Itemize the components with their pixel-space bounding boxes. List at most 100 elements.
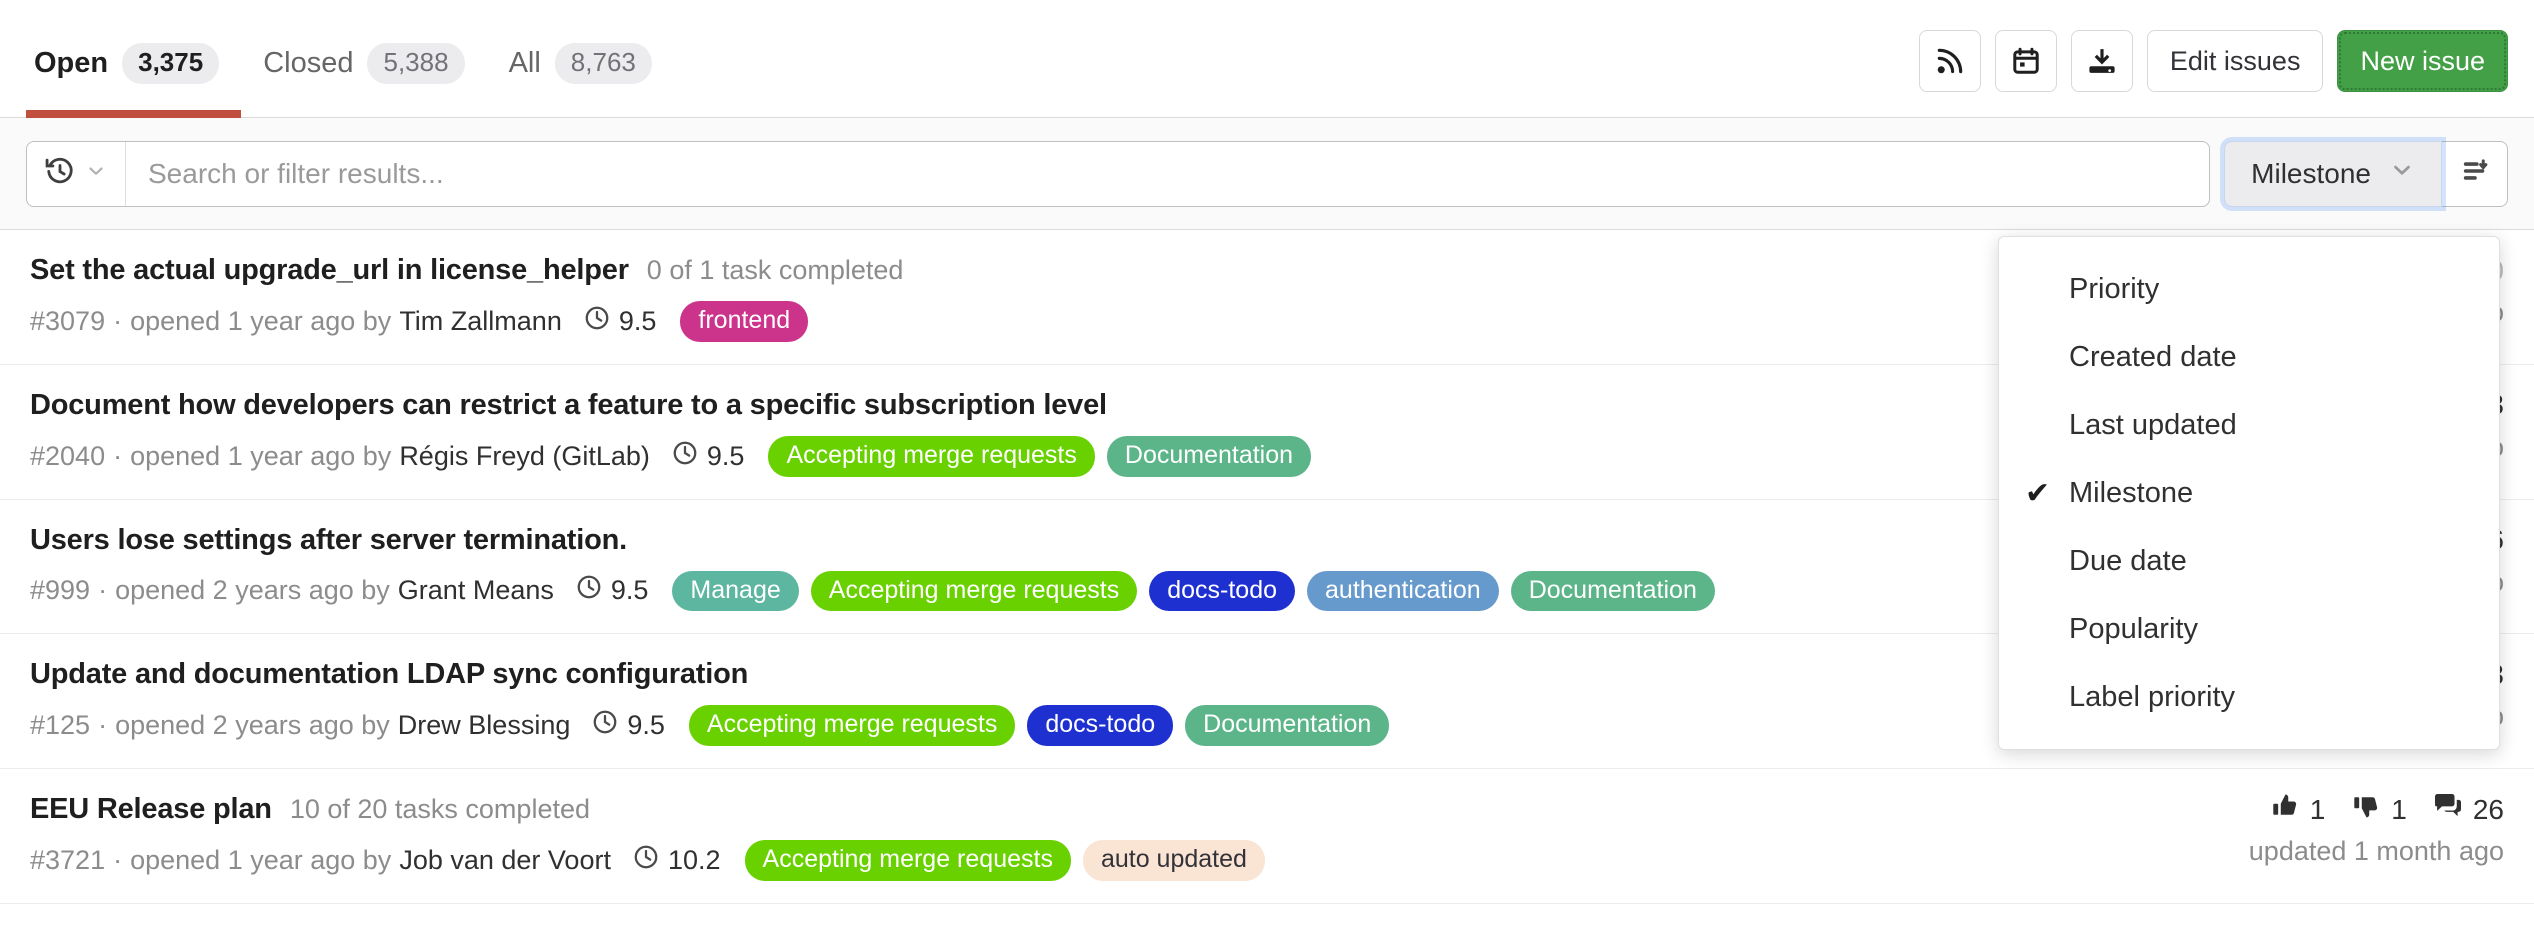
issue-milestone[interactable]: 9.5 [584, 305, 657, 338]
sort-option-last-updated[interactable]: Last updated [1999, 391, 2499, 459]
export-issues-button[interactable] [2071, 30, 2133, 92]
task-completion-status: 0 of 1 task completed [647, 255, 904, 286]
issue-title-link[interactable]: Update and documentation LDAP sync confi… [30, 658, 748, 691]
issue-milestone[interactable]: 9.5 [576, 574, 649, 607]
issue-opened-text: opened 2 years ago by [115, 575, 390, 606]
sort-controls: Milestone [2224, 141, 2508, 207]
issue-labels: Accepting merge requests Documentation [768, 436, 1311, 477]
issue-reference[interactable]: #3079 [30, 306, 105, 337]
issue-label[interactable]: Documentation [1511, 571, 1715, 612]
edit-issues-button[interactable]: Edit issues [2147, 30, 2324, 92]
sort-option-due-date[interactable]: Due date [1999, 527, 2499, 595]
header-actions: Edit issues New issue [1919, 0, 2508, 92]
issue-title-row: Users lose settings after server termina… [30, 524, 1715, 557]
milestone-label: 9.5 [627, 710, 665, 741]
issue-author[interactable]: Tim Zallmann [399, 306, 562, 337]
issue-reference[interactable]: #999 [30, 575, 90, 606]
issue-title-row: EEU Release plan 10 of 20 tasks completed [30, 793, 1265, 826]
sort-option-priority[interactable]: Priority [1999, 255, 2499, 323]
sort-option-label: Created date [2069, 341, 2237, 374]
issue-title-link[interactable]: Users lose settings after server termina… [30, 524, 627, 557]
issue-label[interactable]: Accepting merge requests [811, 571, 1137, 612]
issue-label[interactable]: authentication [1307, 571, 1499, 612]
issue-main: Update and documentation LDAP sync confi… [30, 658, 1389, 746]
issue-row[interactable]: EEU Release plan 10 of 20 tasks completed… [0, 769, 2534, 904]
issue-stats: 1 1 26 [2270, 793, 2504, 826]
issue-updated-time: updated 1 month ago [2249, 836, 2504, 867]
comment-count[interactable]: 26 [2433, 793, 2504, 826]
issue-opened-text: opened 1 year ago by [130, 306, 391, 337]
calendar-subscribe-button[interactable] [1995, 30, 2057, 92]
tab-all[interactable]: All8,763 [487, 8, 674, 118]
sort-option-popularity[interactable]: Popularity [1999, 595, 2499, 663]
issue-label[interactable]: docs-todo [1149, 571, 1295, 612]
issue-author[interactable]: Grant Means [398, 575, 554, 606]
issue-main: Users lose settings after server termina… [30, 524, 1715, 612]
issue-milestone[interactable]: 10.2 [633, 844, 721, 877]
recent-searches-button[interactable] [27, 142, 126, 206]
new-issue-button[interactable]: New issue [2337, 30, 2508, 92]
tab-label: Closed [263, 47, 353, 80]
sort-option-created-date[interactable]: Created date [1999, 323, 2499, 391]
meta-separator: · [98, 710, 107, 741]
issue-author[interactable]: Drew Blessing [398, 710, 571, 741]
issue-label[interactable]: Accepting merge requests [689, 705, 1015, 746]
upvote-value: 1 [2310, 794, 2326, 826]
sort-option-label: Due date [2069, 545, 2187, 578]
comment-value: 26 [2473, 794, 2504, 826]
issue-label[interactable]: docs-todo [1027, 705, 1173, 746]
edit-issues-label: Edit issues [2170, 46, 2301, 77]
issue-reference[interactable]: #2040 [30, 441, 105, 472]
issue-label[interactable]: frontend [680, 301, 808, 342]
tab-closed[interactable]: Closed5,388 [241, 8, 486, 118]
meta-separator: · [113, 845, 122, 876]
issue-reference[interactable]: #125 [30, 710, 90, 741]
issue-opened-text: opened 2 years ago by [115, 710, 390, 741]
downvote-count: 1 [2351, 793, 2407, 826]
issue-opened-text: opened 1 year ago by [130, 845, 391, 876]
issue-labels: Manage Accepting merge requests docs-todo a… [672, 571, 1714, 612]
meta-separator: · [98, 575, 107, 606]
issue-title-link[interactable]: Document how developers can restrict a f… [30, 389, 1107, 422]
sort-dropdown-menu: Priority Created date Last updated ✔Milesto… [1998, 236, 2500, 750]
issue-labels: Accepting merge requests docs-todo Documen… [689, 705, 1389, 746]
issue-main: EEU Release plan 10 of 20 tasks completed… [30, 793, 1265, 881]
issue-reference[interactable]: #3721 [30, 845, 105, 876]
issue-label[interactable]: Accepting merge requests [768, 436, 1094, 477]
issue-milestone[interactable]: 9.5 [592, 709, 665, 742]
tab-label: All [509, 47, 541, 80]
issue-title-row: Update and documentation LDAP sync confi… [30, 658, 1389, 691]
issue-milestone[interactable]: 9.5 [672, 440, 745, 473]
downvote-value: 1 [2391, 794, 2407, 826]
issue-label[interactable]: Documentation [1107, 436, 1311, 477]
issue-title-link[interactable]: Set the actual upgrade_url in license_he… [30, 254, 629, 287]
check-icon: ✔ [2025, 476, 2069, 511]
sort-direction-button[interactable] [2442, 141, 2508, 207]
issue-author[interactable]: Régis Freyd (GitLab) [399, 441, 650, 472]
sort-option-label: Popularity [2069, 613, 2198, 646]
rss-feed-button[interactable] [1919, 30, 1981, 92]
issue-label[interactable]: Accepting merge requests [745, 840, 1071, 881]
milestone-label: 9.5 [619, 306, 657, 337]
tab-open[interactable]: Open3,375 [26, 8, 241, 118]
issue-label[interactable]: Documentation [1185, 705, 1389, 746]
thumbs-up-icon [2270, 793, 2300, 826]
chevron-down-icon [85, 160, 107, 187]
sort-option-label: Last updated [2069, 409, 2237, 442]
issue-title-link[interactable]: EEU Release plan [30, 793, 272, 826]
issue-author[interactable]: Job van der Voort [399, 845, 611, 876]
task-completion-status: 10 of 20 tasks completed [290, 794, 590, 825]
issue-labels: Accepting merge requests auto updated [745, 840, 1265, 881]
sort-option-label-priority[interactable]: Label priority [1999, 663, 2499, 731]
sort-option-milestone[interactable]: ✔Milestone [1999, 459, 2499, 527]
issue-meta: #3721 · opened 1 year ago by Job van der Vo… [30, 840, 1265, 881]
clock-icon [592, 709, 618, 742]
meta-separator: · [113, 306, 122, 337]
history-icon [45, 156, 75, 191]
sort-by-dropdown-button[interactable]: Milestone [2224, 141, 2442, 207]
issue-meta: #125 · opened 2 years ago by Drew Blessing 9… [30, 705, 1389, 746]
issue-label[interactable]: auto updated [1083, 840, 1265, 881]
search-input[interactable] [126, 142, 2209, 206]
issue-label[interactable]: Manage [672, 571, 798, 612]
download-icon [2088, 47, 2116, 75]
